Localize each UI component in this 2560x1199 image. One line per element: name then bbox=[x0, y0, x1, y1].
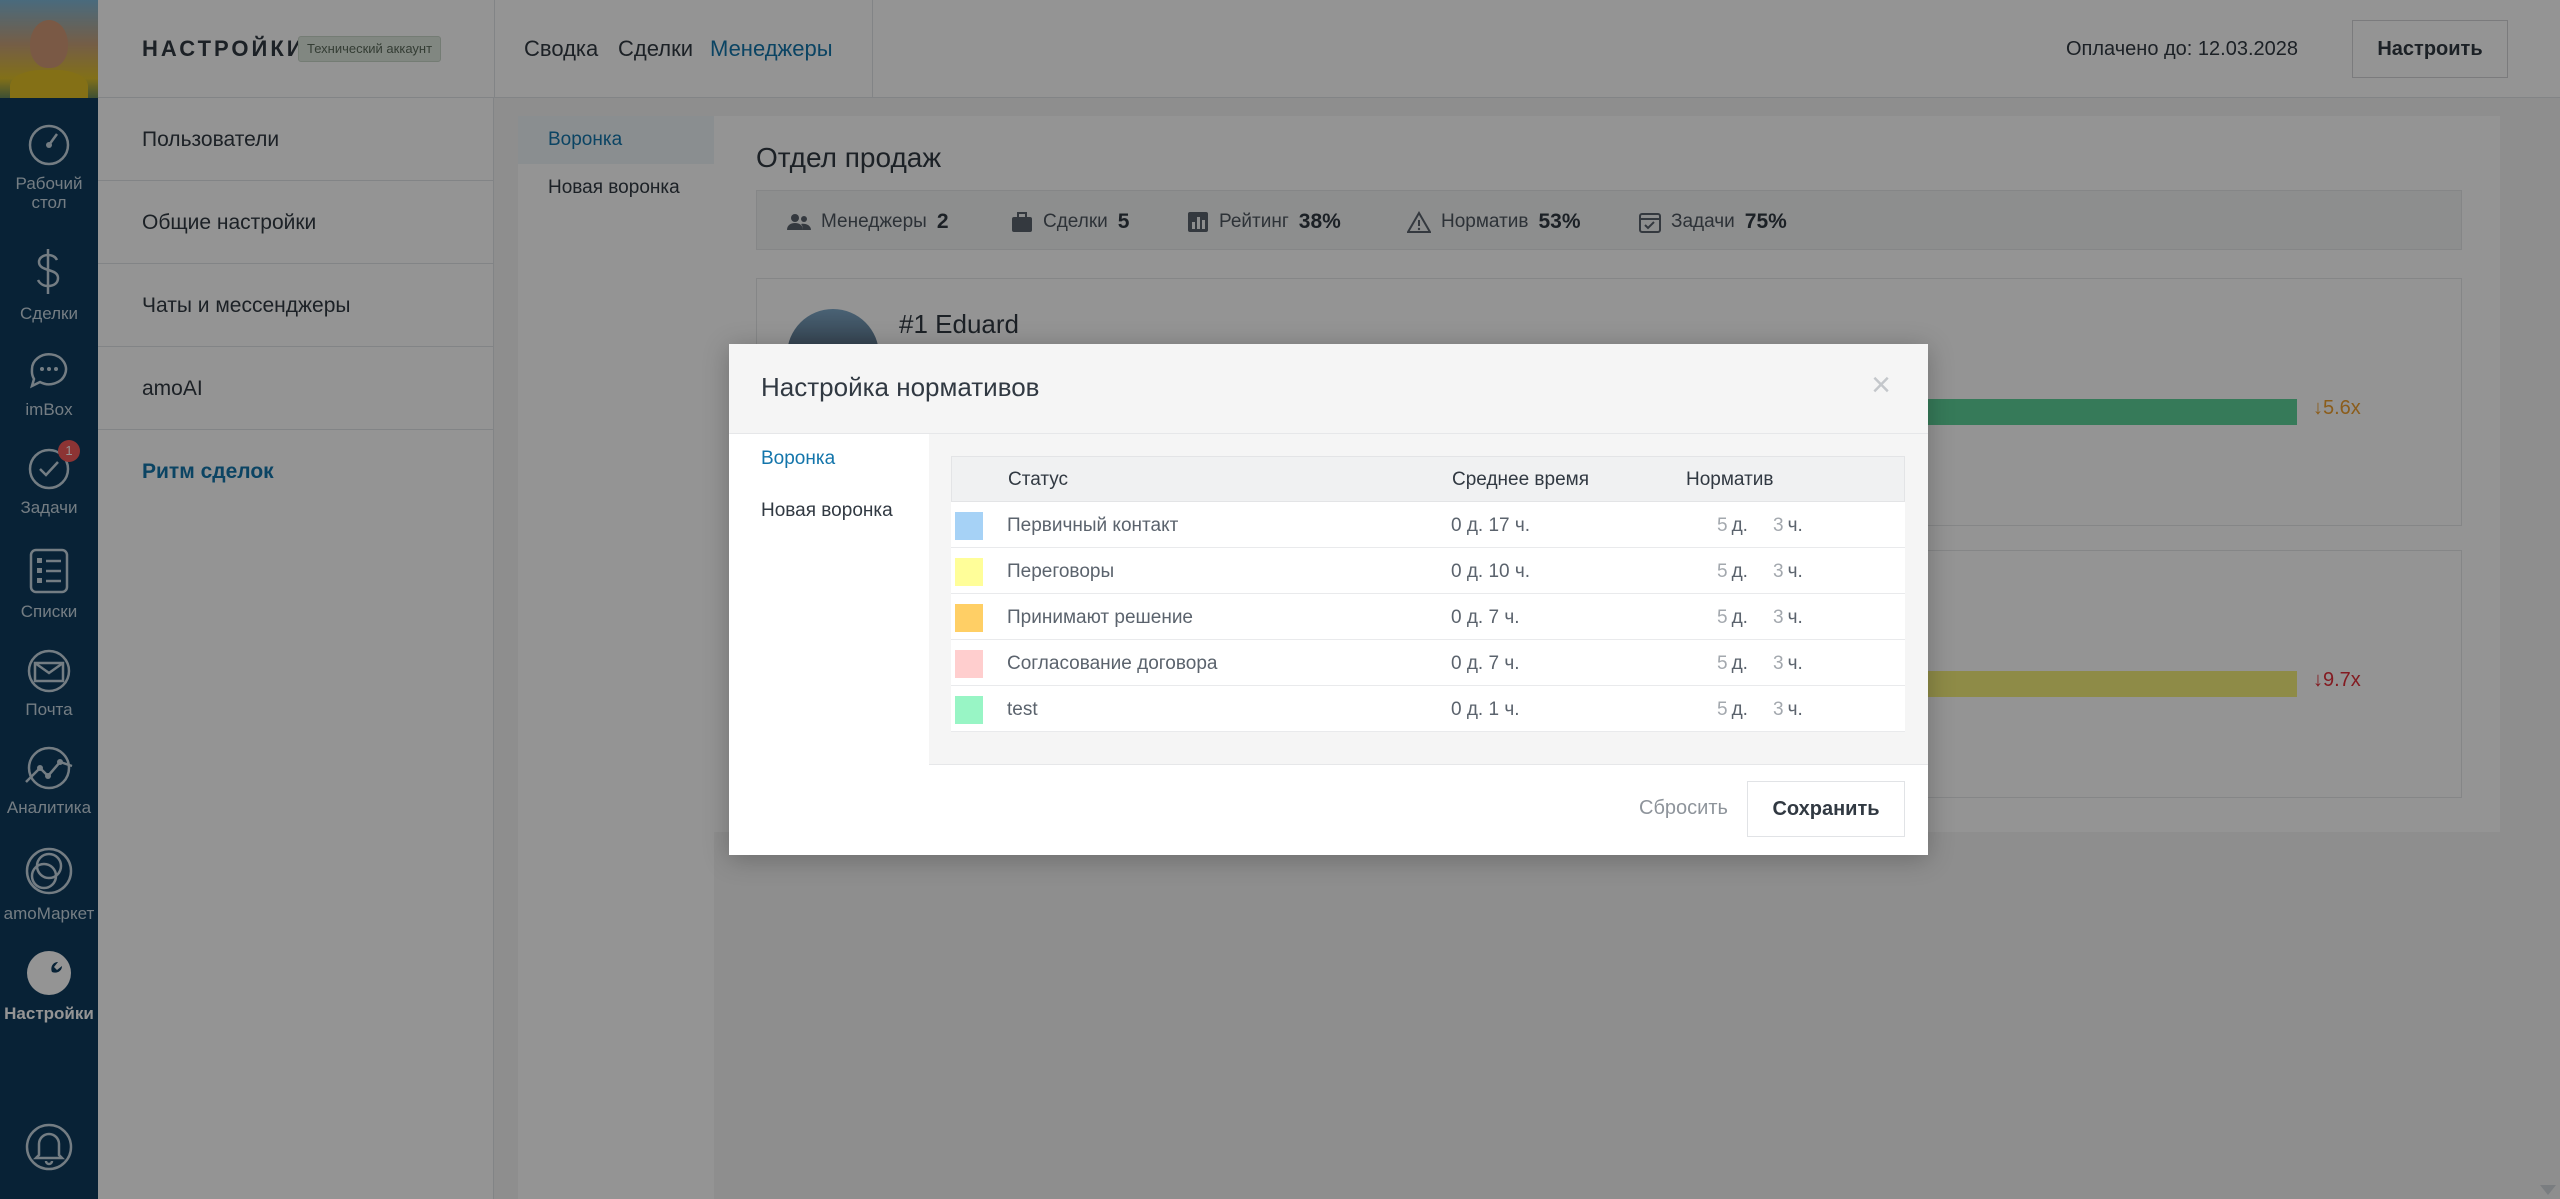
table-row: Согласование договора 0 д. 7 ч. 5 д. 3 ч. bbox=[951, 640, 1905, 686]
table-row: test 0 д. 1 ч. 5 д. 3 ч. bbox=[951, 686, 1905, 732]
norm-hours: 3 ч. bbox=[1773, 699, 1807, 721]
table-row: Принимают решение 0 д. 7 ч. 5 д. 3 ч. bbox=[951, 594, 1905, 640]
norm-hours-input[interactable]: 3 bbox=[1773, 653, 1784, 674]
norm-days: 5 д. bbox=[1717, 653, 1752, 675]
scroll-down-arrow[interactable] bbox=[2540, 1185, 2556, 1195]
close-icon[interactable]: × bbox=[1866, 368, 1896, 402]
avg-time: 0 д. 10 ч. bbox=[1451, 561, 1531, 582]
norm-days-input[interactable]: 5 bbox=[1717, 653, 1728, 674]
avg-time: 0 д. 1 ч. bbox=[1451, 699, 1520, 720]
save-button[interactable]: Сохранить bbox=[1747, 781, 1905, 837]
modal-tab-funnel[interactable]: Воронка bbox=[729, 434, 929, 484]
status-name: Переговоры bbox=[1007, 561, 1115, 582]
norm-hours-unit: ч. bbox=[1787, 607, 1803, 628]
norms-settings-modal: Настройка нормативов × Воронка Новая вор… bbox=[729, 344, 1928, 855]
norm-hours-unit: ч. bbox=[1787, 699, 1803, 720]
avg-time: 0 д. 17 ч. bbox=[1451, 515, 1531, 536]
avg-time: 0 д. 7 ч. bbox=[1451, 607, 1520, 628]
norm-hours: 3 ч. bbox=[1773, 561, 1807, 583]
modal-footer: Сбросить Сохранить bbox=[729, 765, 1928, 855]
status-color-swatch bbox=[955, 558, 983, 586]
status-color-swatch bbox=[955, 696, 983, 724]
status-name: test bbox=[1007, 699, 1038, 720]
column-header-norm: Норматив bbox=[1686, 469, 1774, 490]
norm-days-input[interactable]: 5 bbox=[1717, 561, 1728, 582]
table-row: Первичный контакт 0 д. 17 ч. 5 д. 3 ч. bbox=[951, 502, 1905, 548]
modal-body: Статус Среднее время Норматив Первичный … bbox=[929, 434, 1928, 765]
modal-header: Настройка нормативов × bbox=[729, 344, 1928, 434]
norm-hours-unit: ч. bbox=[1787, 653, 1803, 674]
status-name: Принимают решение bbox=[1007, 607, 1194, 628]
norm-hours: 3 ч. bbox=[1773, 515, 1807, 537]
norms-table: Статус Среднее время Норматив Первичный … bbox=[951, 456, 1905, 732]
norm-hours-input[interactable]: 3 bbox=[1773, 561, 1784, 582]
norm-hours-input[interactable]: 3 bbox=[1773, 515, 1784, 536]
norm-hours-unit: ч. bbox=[1787, 515, 1803, 536]
norm-days-input[interactable]: 5 bbox=[1717, 607, 1728, 628]
norm-days: 5 д. bbox=[1717, 699, 1752, 721]
status-color-swatch bbox=[955, 650, 983, 678]
norm-days-unit: д. bbox=[1731, 561, 1748, 582]
status-name: Первичный контакт bbox=[1007, 515, 1179, 536]
status-name: Согласование договора bbox=[1007, 653, 1218, 674]
table-body: Первичный контакт 0 д. 17 ч. 5 д. 3 ч. Пер… bbox=[951, 502, 1905, 732]
norm-days: 5 д. bbox=[1717, 561, 1752, 583]
norm-days-unit: д. bbox=[1731, 699, 1748, 720]
modal-tab-new-funnel[interactable]: Новая воронка bbox=[729, 486, 929, 536]
table-header: Статус Среднее время Норматив bbox=[951, 456, 1905, 502]
avg-time: 0 д. 7 ч. bbox=[1451, 653, 1520, 674]
norm-days-input[interactable]: 5 bbox=[1717, 515, 1728, 536]
norm-days-unit: д. bbox=[1731, 653, 1748, 674]
norm-days: 5 д. bbox=[1717, 515, 1752, 537]
modal-funnel-tabs: Воронка Новая воронка bbox=[729, 434, 929, 765]
norm-hours-input[interactable]: 3 bbox=[1773, 699, 1784, 720]
norm-hours: 3 ч. bbox=[1773, 607, 1807, 629]
norm-hours: 3 ч. bbox=[1773, 653, 1807, 675]
norm-days-input[interactable]: 5 bbox=[1717, 699, 1728, 720]
reset-button[interactable]: Сбросить bbox=[1639, 797, 1728, 820]
modal-title: Настройка нормативов bbox=[761, 372, 1040, 402]
norm-hours-input[interactable]: 3 bbox=[1773, 607, 1784, 628]
norm-hours-unit: ч. bbox=[1787, 561, 1803, 582]
norm-days-unit: д. bbox=[1731, 515, 1748, 536]
status-color-swatch bbox=[955, 512, 983, 540]
column-header-status: Статус bbox=[1008, 469, 1069, 490]
norm-days-unit: д. bbox=[1731, 607, 1748, 628]
table-row: Переговоры 0 д. 10 ч. 5 д. 3 ч. bbox=[951, 548, 1905, 594]
status-color-swatch bbox=[955, 604, 983, 632]
norm-days: 5 д. bbox=[1717, 607, 1752, 629]
column-header-avg-time: Среднее время bbox=[1452, 469, 1590, 490]
